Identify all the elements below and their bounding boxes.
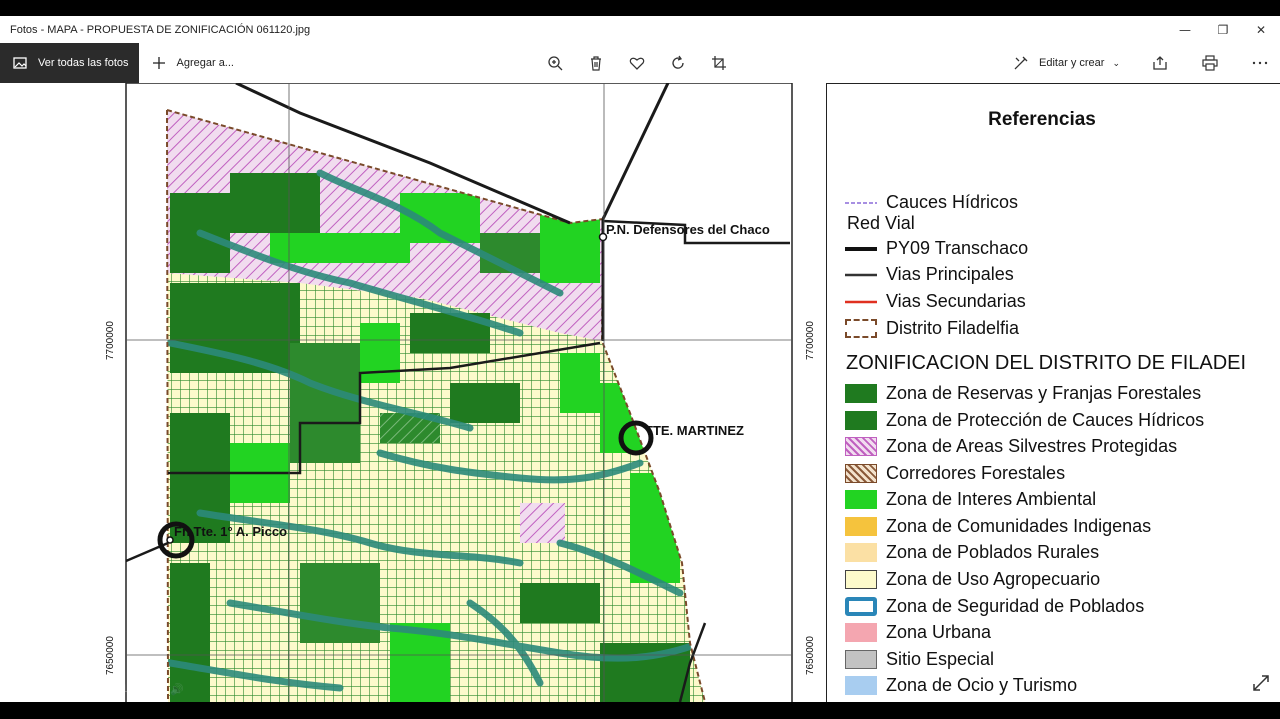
legend-cauces: Cauces Hídricos [845, 192, 1018, 213]
photos-icon [10, 53, 30, 73]
legend-zone-row: Zona Urbana [845, 622, 991, 643]
speed-label[interactable]: Speed [1198, 683, 1230, 695]
legend-panel: Referencias Cauces Hídricos Red Vial PY0… [826, 83, 1280, 702]
more-icon[interactable] [1250, 53, 1270, 73]
delete-icon[interactable] [586, 53, 606, 73]
legend-secundarias-label: Vias Secundarias [886, 291, 1026, 311]
print-icon[interactable] [1200, 53, 1220, 73]
window-title: Fotos - MAPA - PROPUESTA DE ZONIFICACIÓN… [10, 23, 311, 36]
legend-zone-label: Zona de Interes Ambiental [886, 489, 1097, 509]
legend-zone-row: Zona de Interes Ambiental [845, 489, 1096, 510]
legend-zone-label: Zona de Poblados Rurales [886, 542, 1100, 562]
image-viewer[interactable]: P.N. Defensores del Chaco TTE. MARTINEZ … [0, 83, 1280, 702]
legend-principales: Vias Principales [845, 264, 1014, 285]
legend-title: Referencias [988, 109, 1096, 130]
edit-create-label: Editar y crear [1039, 57, 1105, 69]
label-defensores: P.N. Defensores del Chaco [606, 222, 770, 237]
share-icon[interactable] [1150, 53, 1170, 73]
legend-zone-row: Corredores Forestales [845, 463, 1065, 484]
legend-cauces-label: Cauces Hídricos [886, 192, 1019, 212]
plus-icon [149, 53, 169, 73]
current-time: 01:06:08 [61, 683, 105, 695]
add-to-button[interactable]: Agregar a... [139, 43, 244, 83]
legend-zone-label: Zona de Seguridad de Poblados [886, 596, 1145, 616]
edit-create-button[interactable]: Editar y crear ⌄ [1011, 43, 1120, 83]
legend-transchaco-label: PY09 Transchaco [886, 238, 1029, 258]
chevron-down-icon: ⌄ [1112, 57, 1120, 68]
coord-left-bottom: 7650000 [105, 636, 116, 675]
toolbar: Ver todas las fotos Agregar a... Editar … [0, 43, 1280, 83]
legend-distrito: Distrito Filadelfia [845, 318, 1019, 339]
legend-zone-label: Zona de Areas Silvestres Protegidas [886, 436, 1178, 456]
video-control-bar: ❚❚ 01:06:08 / 01:16:09 🔊 Speed [10, 676, 1270, 702]
view-all-label: Ver todas las fotos [38, 57, 129, 69]
minimize-icon[interactable]: — [1166, 16, 1204, 43]
legend-zone-label: Zona Urbana [886, 622, 992, 642]
coord-right-bottom: 7650000 [805, 636, 816, 675]
volume-icon[interactable]: 🔊 [170, 683, 184, 696]
legend-zone-row: Zona de Comunidades Indigenas [845, 516, 1151, 537]
photos-window: Fotos - MAPA - PROPUESTA DE ZONIFICACIÓN… [0, 16, 1280, 702]
legend-zone-row: Sitio Especial [845, 649, 994, 670]
add-to-label: Agregar a... [176, 57, 234, 69]
restore-icon[interactable]: ❐ [1204, 16, 1242, 43]
rotate-icon[interactable] [668, 53, 688, 73]
legend-red-vial: Red Vial [847, 213, 915, 233]
total-time: 01:16:09 [115, 683, 159, 695]
legend-zone-label: Zona de Comunidades Indigenas [886, 516, 1152, 536]
label-martinez: TTE. MARTINEZ [645, 423, 744, 438]
legend-principales-label: Vias Principales [886, 264, 1014, 284]
legend-secundarias: Vias Secundarias [845, 291, 1026, 312]
zoom-in-icon[interactable] [545, 53, 565, 73]
legend-zonif-title: ZONIFICACION DEL DISTRITO DE FILADEI [846, 352, 1247, 374]
view-all-photos-button[interactable]: Ver todas las fotos [0, 43, 139, 83]
legend-zone-label: Corredores Forestales [886, 463, 1066, 483]
legend-zone-label: Zona de Reservas y Franjas Forestales [886, 383, 1202, 403]
crop-icon[interactable] [709, 53, 729, 73]
legend-zone-label: Zona de Uso Agropecuario [886, 569, 1101, 589]
favorite-icon[interactable] [627, 53, 647, 73]
label-picco: Fn Tte. 1° A. Picco [174, 524, 287, 539]
legend-zone-row: Zona de Poblados Rurales [845, 542, 1099, 563]
pause-icon[interactable]: ❚❚ [24, 681, 47, 698]
legend-zone-row: Zona de Reservas y Franjas Forestales [845, 383, 1201, 404]
legend-zone-row: Zona de Areas Silvestres Protegidas [845, 436, 1177, 457]
legend-transchaco: PY09 Transchaco [845, 238, 1028, 259]
close-icon[interactable]: ✕ [1242, 16, 1280, 43]
zoning-map: P.N. Defensores del Chaco TTE. MARTINEZ … [0, 83, 820, 702]
edit-icon [1011, 53, 1031, 73]
title-bar: Fotos - MAPA - PROPUESTA DE ZONIFICACIÓN… [0, 16, 1280, 43]
legend-distrito-label: Distrito Filadelfia [886, 318, 1020, 338]
legend-zone-label: Zona de Protección de Cauces Hídricos [886, 410, 1205, 430]
legend-zone-row: Zona de Protección de Cauces Hídricos [845, 410, 1204, 431]
coord-right-top: 7700000 [805, 321, 816, 360]
legend-zone-label: Sitio Especial [886, 649, 995, 669]
time-separator: / [108, 683, 112, 695]
legend-zone-row: Zona de Seguridad de Poblados [845, 596, 1144, 617]
legend-zone-row: Zona de Uso Agropecuario [845, 569, 1100, 590]
fullscreen-icon[interactable] [1252, 674, 1270, 696]
coord-left-top: 7700000 [105, 321, 116, 360]
